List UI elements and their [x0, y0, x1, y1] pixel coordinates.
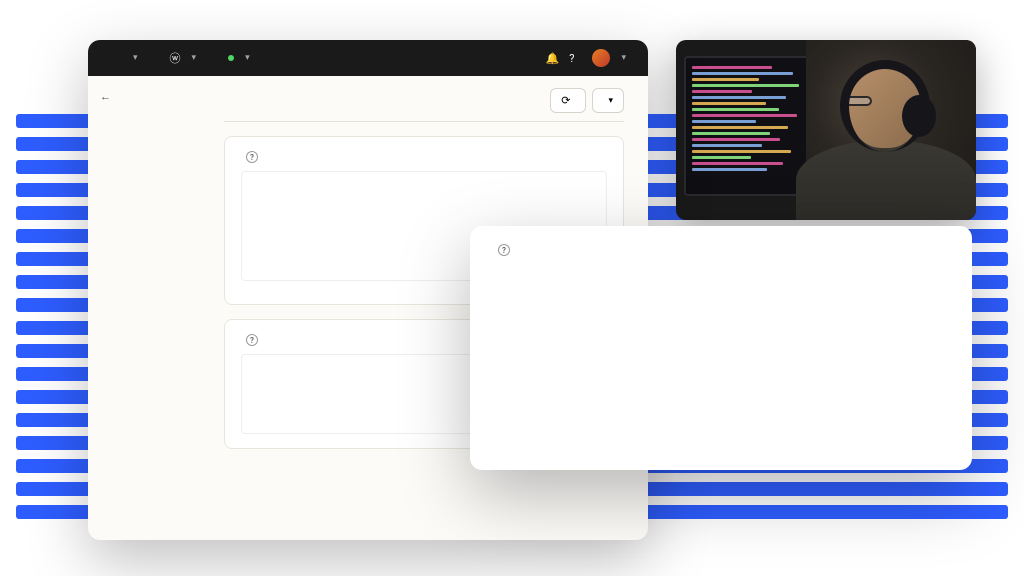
reload-icon: ⟳: [561, 94, 570, 107]
developer-photo: [676, 40, 976, 220]
arrow-left-icon: ←: [100, 90, 111, 103]
wordpress-icon: ⓦ: [170, 50, 181, 66]
transaction-chart: [492, 268, 902, 418]
chevron-down-icon: ▾: [133, 53, 138, 63]
reload-button[interactable]: ⟳: [550, 88, 586, 113]
environment-switcher[interactable]: ▾: [220, 49, 258, 67]
table-header: [492, 440, 950, 452]
live-dot-icon: [228, 55, 234, 61]
period-selector[interactable]: ▾: [592, 88, 624, 113]
sidebar: ←: [88, 76, 200, 540]
chevron-down-icon: ▾: [621, 53, 626, 63]
site-switcher[interactable]: ⓦ▾: [162, 46, 205, 70]
avatar: [592, 49, 610, 67]
help-icon[interactable]: ?: [498, 244, 510, 256]
team-switcher[interactable]: ▾: [118, 49, 146, 67]
chevron-down-icon: ▾: [608, 95, 613, 106]
help-icon[interactable]: ?: [246, 334, 258, 346]
back-button[interactable]: ←: [94, 86, 194, 107]
topbar: ▾ ⓦ▾ ▾ 🔔 ? ▾: [88, 40, 648, 76]
chevron-down-icon: ▾: [245, 53, 250, 63]
chevron-down-icon: ▾: [192, 53, 197, 63]
overall-transaction-card: ?: [470, 226, 972, 470]
help-icon[interactable]: ?: [246, 151, 258, 163]
tabs: [224, 121, 624, 122]
notifications-icon[interactable]: 🔔: [546, 52, 560, 65]
help-icon[interactable]: ?: [569, 52, 574, 65]
user-menu[interactable]: ▾: [584, 45, 634, 71]
